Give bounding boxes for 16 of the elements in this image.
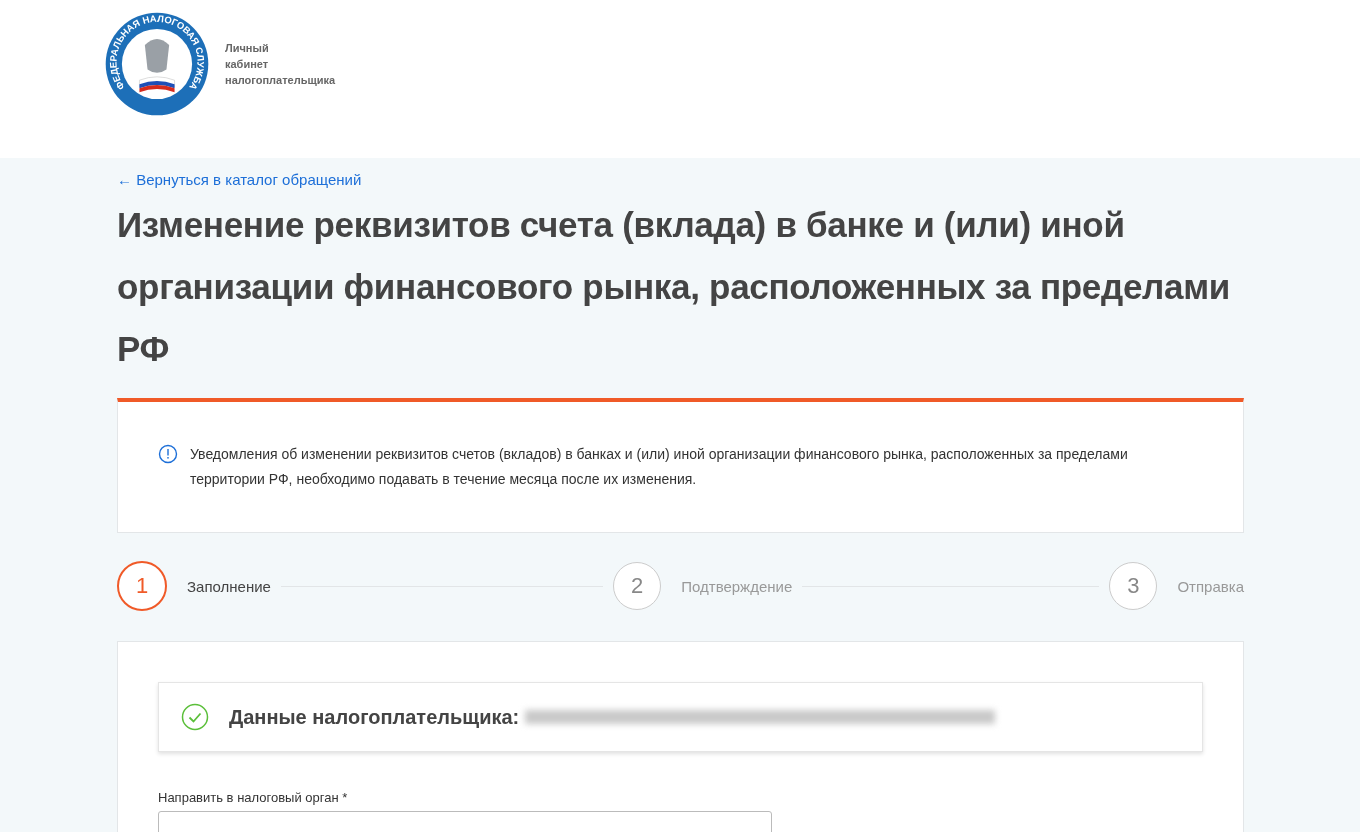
step-label: Отправка [1177,577,1244,595]
taxpayer-label: Данные налогоплательщика: [229,705,520,729]
step-label: Заполнение [187,577,271,595]
site-title: кабинет [225,57,270,72]
site-title: налогоплательщика [225,73,336,88]
step-label: Подтверждение [681,577,793,595]
step-number: 3 [1109,562,1158,610]
page-title: Изменение реквизитов счета (вклада) в банке и (или) иной организации финансового рынка, расположенных за пределами РФ [117,204,1231,370]
field-label: Направить в налоговый орган * [158,790,349,805]
site-title: Личный [225,41,270,56]
notice-text: Уведомления об изменении реквизитов счетов (вкладов) в банках и (или) иной организации финансового рынка, расположенных за пределами территории РФ, необходимо подавать в течение месяца после их изменения. [190,445,1129,489]
back-link[interactable]: ← Вернуться в каталог обращений [117,171,362,188]
info-icon [158,444,178,464]
step-number: 1 [117,561,167,611]
taxpayer-panel[interactable]: Данные налогоплательщика: [158,682,1203,752]
step-number: 2 [613,562,662,610]
